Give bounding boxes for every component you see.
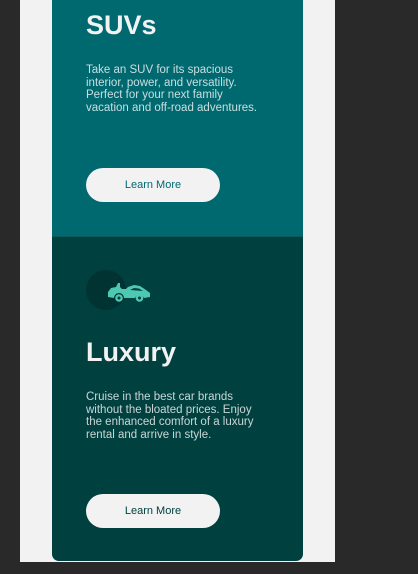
- luxury-car-icon: [108, 283, 150, 302]
- suvs-card-title: SUVs: [86, 10, 157, 40]
- suvs-card: SUVs Take an SUV for its spacious interi…: [52, 0, 303, 236]
- suvs-card-description: Take an SUV for its spacious interior, p…: [86, 64, 258, 114]
- preview-viewport: SUVs Take an SUV for its spacious interi…: [20, 0, 335, 562]
- card-stack: SUVs Take an SUV for its spacious interi…: [52, 0, 303, 561]
- luxury-learn-more-button[interactable]: Learn More: [86, 494, 220, 528]
- luxury-card: Luxury Cruise in the best car brands wit…: [52, 236, 303, 561]
- luxury-card-title: Luxury: [86, 337, 177, 367]
- luxury-card-description: Cruise in the best car brands without th…: [86, 391, 254, 441]
- suvs-learn-more-button[interactable]: Learn More: [86, 168, 220, 202]
